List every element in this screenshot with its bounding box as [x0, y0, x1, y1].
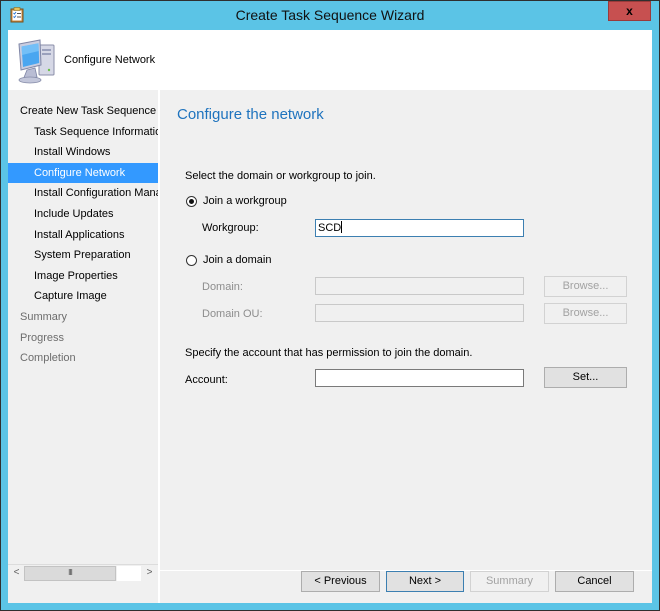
computer-monitor-icon [18, 39, 55, 84]
workgroup-value: SCD [318, 222, 342, 234]
nav-step-item[interactable]: System Preparation [8, 245, 158, 265]
nav-horizontal-scrollbar[interactable]: < III > [8, 564, 158, 581]
next-button[interactable]: Next > [386, 571, 464, 592]
account-instruction: Specify the account that has permission … [185, 347, 473, 359]
scroll-right-arrow-icon[interactable]: > [142, 566, 157, 581]
account-label: Account: [185, 374, 228, 386]
wizard-header: Configure Network [8, 30, 652, 90]
scroll-track[interactable] [117, 566, 141, 581]
wizard-page: Configure the network Select the domain … [160, 90, 652, 603]
workgroup-input[interactable]: SCD [315, 219, 524, 237]
nav-step-item[interactable]: Completion [8, 348, 158, 368]
wizard-client-area: Configure Network Create New Task Sequen… [8, 30, 652, 603]
close-button[interactable]: x [608, 1, 651, 21]
scroll-left-arrow-icon[interactable]: < [9, 566, 24, 581]
title-bar[interactable]: Create Task Sequence Wizard x [1, 1, 659, 30]
header-title: Configure Network [64, 54, 156, 66]
page-heading: Configure the network [177, 106, 324, 123]
account-input[interactable] [315, 369, 524, 387]
nav-step-item[interactable]: Progress [8, 328, 158, 348]
nav-step-item[interactable]: Task Sequence Information [8, 122, 158, 142]
close-icon: x [626, 4, 633, 18]
join-workgroup-radio[interactable] [186, 196, 197, 207]
cancel-button[interactable]: Cancel [555, 571, 634, 592]
wizard-steps-nav: Create New Task Sequence Task Sequence In… [8, 90, 158, 603]
nav-step-item[interactable]: Summary [8, 307, 158, 327]
domain-input[interactable] [315, 277, 524, 295]
domain-label: Domain: [202, 281, 243, 293]
previous-button[interactable]: < Previous [301, 571, 380, 592]
nav-step-item[interactable]: Install Configuration Manager [8, 183, 158, 203]
nav-step-item[interactable]: Image Properties [8, 266, 158, 286]
domain-ou-label: Domain OU: [202, 308, 263, 320]
nav-step-item[interactable]: Install Applications [8, 225, 158, 245]
scroll-thumb[interactable]: III [24, 566, 116, 581]
domain-browse-button[interactable]: Browse... [544, 276, 627, 297]
join-instruction: Select the domain or workgroup to join. [185, 170, 376, 182]
nav-step-item[interactable]: Include Updates [8, 204, 158, 224]
join-domain-label[interactable]: Join a domain [203, 254, 272, 266]
summary-button[interactable]: Summary [470, 571, 549, 592]
join-domain-radio[interactable] [186, 255, 197, 266]
join-workgroup-label[interactable]: Join a workgroup [203, 195, 287, 207]
text-caret [341, 221, 343, 233]
nav-step-item[interactable]: Capture Image [8, 286, 158, 306]
workgroup-label: Workgroup: [202, 222, 259, 234]
nav-step-item[interactable]: Create New Task Sequence [8, 101, 158, 121]
set-account-button[interactable]: Set... [544, 367, 627, 388]
domain-ou-browse-button[interactable]: Browse... [544, 303, 627, 324]
wizard-window: Create Task Sequence Wizard x Configure … [0, 0, 660, 611]
nav-step-item[interactable]: Configure Network [8, 162, 158, 183]
nav-step-item[interactable]: Install Windows [8, 142, 158, 162]
window-title: Create Task Sequence Wizard [235, 7, 425, 23]
domain-ou-input[interactable] [315, 304, 524, 322]
